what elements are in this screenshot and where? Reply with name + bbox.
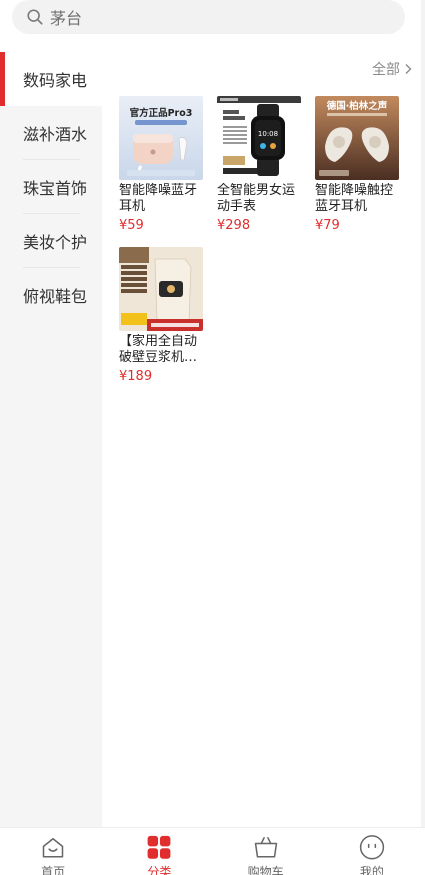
sidebar-item-label: 俯视鞋包: [23, 287, 88, 306]
bottom-tab-bar: 首页 分类 购物车 我的: [0, 827, 425, 875]
product-image-caption: 官方正品Pro3: [130, 107, 193, 119]
product-card[interactable]: 10:08 全智能男女运动手表 ¥298: [217, 96, 303, 233]
tab-label: 分类: [147, 864, 172, 875]
product-price: ¥79: [315, 218, 340, 233]
sidebar-item-label: 数码家电: [23, 71, 88, 90]
tab-label: 购物车: [247, 864, 284, 875]
product-image-watch[interactable]: 10:08: [217, 96, 301, 180]
search-icon: [27, 9, 43, 25]
profile-icon: [359, 835, 385, 860]
product-image-caption: 德国·柏林之声: [327, 100, 388, 112]
product-name: 【家用全自动破壁豆浆机…: [119, 334, 198, 365]
product-name: 全智能男女运动手表: [217, 183, 296, 214]
product-price: ¥59: [119, 218, 144, 233]
sidebar-item-shoes-bags[interactable]: 俯视鞋包: [0, 268, 102, 322]
search-bar[interactable]: 茅台: [12, 0, 405, 34]
product-card[interactable]: 官方正品Pro3 智能降噪蓝牙耳机 ¥59: [119, 96, 205, 233]
tab-label: 我的: [359, 864, 384, 875]
view-all-label: 全部: [372, 62, 400, 78]
category-page: 茅台 数码家电 滋补酒水 珠宝首饰 美妆个护 俯视鞋包 全部 官方正品Pro3 …: [0, 0, 425, 875]
product-name: 智能降噪蓝牙耳机: [119, 183, 198, 214]
home-icon: [42, 837, 64, 858]
product-card[interactable]: 【家用全自动破壁豆浆机… ¥189: [119, 247, 205, 384]
tab-profile[interactable]: 我的: [319, 828, 425, 875]
product-image-open-earbuds[interactable]: 德国·柏林之声: [315, 96, 399, 180]
sidebar-item-label: 滋补酒水: [23, 125, 88, 144]
tab-label: 首页: [41, 864, 66, 875]
scroll-edge: [421, 0, 425, 875]
tab-category[interactable]: 分类: [106, 828, 212, 875]
sidebar-item-label: 美妆个护: [23, 233, 88, 252]
category-icon: [147, 835, 171, 859]
sidebar-item-beauty[interactable]: 美妆个护: [0, 214, 102, 268]
view-all-link[interactable]: 全部: [372, 59, 413, 79]
sidebar-item-jewelry[interactable]: 珠宝首饰: [0, 160, 102, 214]
product-image-soymilk-maker[interactable]: [119, 247, 203, 331]
sidebar-item-label: 珠宝首饰: [23, 179, 88, 198]
tab-home[interactable]: 首页: [0, 828, 106, 875]
tab-cart[interactable]: 购物车: [213, 828, 319, 875]
cart-icon: [254, 837, 277, 858]
sidebar-item-digital[interactable]: 数码家电: [0, 52, 102, 106]
product-price: ¥189: [119, 369, 153, 384]
sidebar-item-tonic-wine[interactable]: 滋补酒水: [0, 106, 102, 160]
chevron-right-icon: [405, 64, 412, 74]
product-name: 智能降噪触控蓝牙耳机: [315, 183, 394, 214]
category-sidebar: 数码家电 滋补酒水 珠宝首饰 美妆个护 俯视鞋包: [0, 52, 102, 827]
watch-face-graphic: 10:08: [258, 130, 278, 138]
search-input[interactable]: 茅台: [50, 5, 82, 29]
product-image-earbuds[interactable]: 官方正品Pro3: [119, 96, 203, 180]
product-price: ¥298: [217, 218, 251, 233]
product-card[interactable]: 德国·柏林之声 智能降噪触控蓝牙耳机 ¥79: [315, 96, 401, 233]
